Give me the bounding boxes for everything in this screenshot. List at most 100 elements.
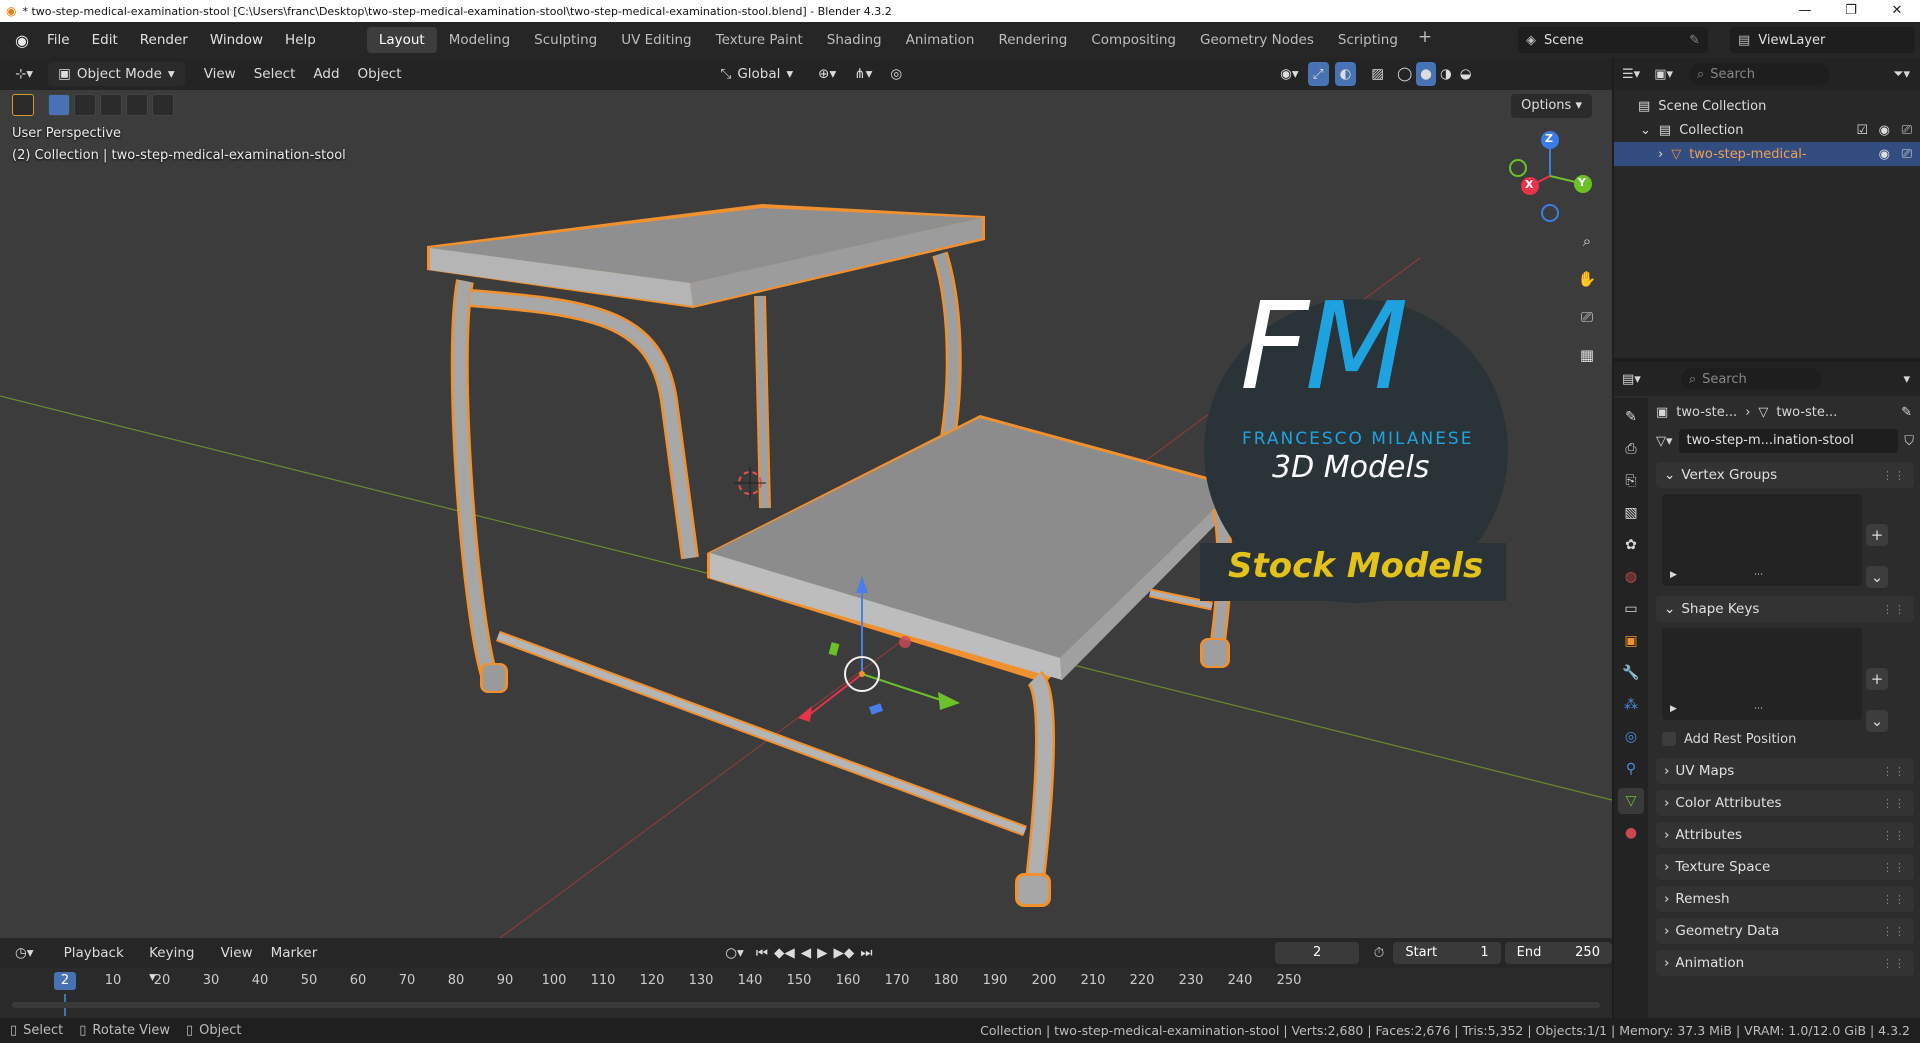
- viewport-menu-add[interactable]: Add: [304, 62, 348, 86]
- panel-geometry-data[interactable]: › Geometry Data ⋮⋮: [1656, 918, 1914, 944]
- drag-grip-icon[interactable]: ⋮⋮: [1882, 765, 1906, 778]
- shading-wireframe-icon[interactable]: ◯: [1393, 62, 1416, 86]
- world-tab-icon[interactable]: ◍: [1618, 564, 1644, 590]
- tab-modeling[interactable]: Modeling: [437, 27, 522, 53]
- options-dropdown[interactable]: Options ▾: [1511, 94, 1592, 118]
- drag-grip-icon[interactable]: ⋮⋮: [1882, 797, 1906, 810]
- add-workspace-icon[interactable]: +: [1410, 27, 1440, 53]
- jump-end-icon[interactable]: ⏭: [857, 941, 875, 965]
- blender-menu-icon[interactable]: ◉: [8, 26, 36, 54]
- overlays-toggle-icon[interactable]: ◐: [1334, 62, 1357, 86]
- play-icon[interactable]: ▶: [814, 941, 830, 965]
- select-tool-icon[interactable]: [12, 94, 34, 116]
- timeline[interactable]: ◷▾ Playback ▾ Keying ▾ View Marker ○▾ ⏮ …: [0, 938, 1612, 1018]
- gizmo-z-label[interactable]: Z: [1545, 132, 1553, 145]
- list-resize-grip-icon[interactable]: ⋯: [1754, 704, 1763, 714]
- visibility-icon[interactable]: ◉▾: [1271, 62, 1308, 86]
- tab-animation[interactable]: Animation: [894, 27, 987, 53]
- close-button[interactable]: ✕: [1874, 0, 1920, 22]
- snap-icon[interactable]: ⋔▾: [845, 62, 881, 86]
- prev-keyframe-icon[interactable]: ◆◀: [771, 941, 798, 965]
- outliner-row-scene-collection[interactable]: ▤ Scene Collection: [1614, 94, 1920, 118]
- menu-render[interactable]: Render: [129, 27, 199, 53]
- timeline-menu-playback[interactable]: Playback ▾: [55, 941, 141, 985]
- menu-help[interactable]: Help: [274, 27, 327, 53]
- panel-texture-space[interactable]: › Texture Space ⋮⋮: [1656, 854, 1914, 880]
- pin-icon[interactable]: ✎: [1689, 33, 1700, 48]
- expand-chevron-icon[interactable]: ⌄: [1640, 123, 1651, 138]
- fake-user-icon[interactable]: ⛉: [1904, 434, 1914, 449]
- panel-animation[interactable]: › Animation ⋮⋮: [1656, 950, 1914, 976]
- preview-range-icon[interactable]: ⏱: [1365, 941, 1394, 965]
- eye-icon[interactable]: ◉: [1879, 123, 1890, 138]
- drag-grip-icon[interactable]: ⋮⋮: [1882, 957, 1906, 970]
- pin-icon[interactable]: ✎: [1901, 405, 1912, 420]
- panel-color-attributes[interactable]: › Color Attributes ⋮⋮: [1656, 790, 1914, 816]
- drag-grip-icon[interactable]: ⋮⋮: [1882, 603, 1906, 616]
- camera-icon[interactable]: ⎚: [1902, 123, 1912, 138]
- timeline-menu-keying[interactable]: Keying ▾: [140, 941, 211, 985]
- constraints-tab-icon[interactable]: ⚲: [1618, 756, 1644, 782]
- shape-key-menu-button[interactable]: ⌄: [1866, 710, 1888, 732]
- drag-grip-icon[interactable]: ⋮⋮: [1882, 861, 1906, 874]
- minimize-button[interactable]: —: [1782, 0, 1828, 22]
- panel-vertex-groups[interactable]: ⌄ Vertex Groups ⋮⋮: [1656, 462, 1914, 488]
- material-tab-icon[interactable]: ●: [1618, 820, 1644, 846]
- tool-tab-icon[interactable]: ✎: [1618, 404, 1644, 430]
- timeline-menu-marker[interactable]: Marker: [262, 941, 327, 965]
- shading-material-icon[interactable]: ◑: [1436, 62, 1456, 86]
- view-layer-selector[interactable]: ▤ ViewLayer: [1730, 27, 1915, 53]
- view-layer-tab-icon[interactable]: ▧: [1618, 500, 1644, 526]
- outliner-editor-icon[interactable]: ☰▾: [1622, 67, 1640, 82]
- physics-tab-icon[interactable]: ◎: [1618, 724, 1644, 750]
- gizmo-x-label[interactable]: X: [1525, 178, 1533, 191]
- eye-icon[interactable]: ◉: [1879, 147, 1890, 162]
- frame-ruler[interactable]: 2 10 20 30 40 50 60 70 80 90 100 110 120 130 140 150 16…: [0, 968, 1612, 994]
- tab-geometry-nodes[interactable]: Geometry Nodes: [1188, 27, 1326, 53]
- list-expand-icon[interactable]: ▶: [1670, 570, 1677, 580]
- tab-scripting[interactable]: Scripting: [1326, 27, 1410, 53]
- outliner-search-input[interactable]: ⌕ Search: [1689, 63, 1829, 85]
- object-tab-icon[interactable]: ▣: [1618, 628, 1644, 654]
- viewport-menu-select[interactable]: Select: [245, 62, 305, 86]
- camera-view-icon[interactable]: ⎚: [1572, 302, 1602, 332]
- camera-icon[interactable]: ⎚: [1902, 147, 1912, 162]
- particles-tab-icon[interactable]: ⁂: [1618, 692, 1644, 718]
- maximize-button[interactable]: ❐: [1828, 0, 1874, 22]
- tab-compositing[interactable]: Compositing: [1079, 27, 1188, 53]
- mesh-name-field[interactable]: two-step-m...ination-stool: [1678, 429, 1899, 453]
- properties-editor[interactable]: ▤▾ ⌕ Search ▾ ✎ ⎙ ⎘ ▧ ✿ ◍ ▭ ▣ 🔧 ⁂ ◎ ⚲ ▽ …: [1614, 362, 1920, 1018]
- data-tab-icon[interactable]: ▽: [1618, 788, 1644, 814]
- add-shape-key-button[interactable]: +: [1866, 668, 1888, 690]
- select-invert-icon[interactable]: [126, 94, 148, 116]
- vertex-groups-list[interactable]: ▶ ⋯: [1662, 494, 1862, 586]
- shape-keys-list[interactable]: ▶ ⋯: [1662, 628, 1862, 720]
- timeline-scrollbar[interactable]: [12, 1002, 1600, 1008]
- list-resize-grip-icon[interactable]: ⋯: [1754, 570, 1763, 580]
- viewport-menu-view[interactable]: View: [195, 62, 245, 86]
- proportional-edit-icon[interactable]: ◎: [881, 62, 911, 86]
- start-frame-field[interactable]: Start 1: [1393, 942, 1501, 964]
- transform-orientation[interactable]: ⤡ Global ▾: [711, 62, 804, 86]
- vertex-group-menu-button[interactable]: ⌄: [1866, 566, 1888, 588]
- checkbox-icon[interactable]: ☑: [1856, 123, 1868, 138]
- 3d-viewport[interactable]: Z Y X FM FRANCESCO MILANESE 3D Models St…: [0, 58, 1612, 938]
- chevron-down-icon[interactable]: ▾: [1903, 372, 1910, 387]
- drag-grip-icon[interactable]: ⋮⋮: [1882, 925, 1906, 938]
- properties-search-input[interactable]: ⌕ Search: [1680, 368, 1821, 390]
- end-frame-field[interactable]: End 250: [1504, 942, 1612, 964]
- scene-selector[interactable]: ◈ Scene ✎: [1518, 27, 1708, 53]
- menu-file[interactable]: File: [36, 27, 81, 53]
- outliner-row-collection[interactable]: ⌄ ▤ Collection ☑ ◉ ⎚: [1614, 118, 1920, 142]
- select-intersect-icon[interactable]: [152, 94, 174, 116]
- scene-tab-icon[interactable]: ✿: [1618, 532, 1644, 558]
- tab-layout[interactable]: Layout: [366, 27, 437, 53]
- tab-texture-paint[interactable]: Texture Paint: [704, 27, 815, 53]
- mode-selector[interactable]: ▣ Object Mode ▾: [48, 62, 185, 86]
- editor-type-icon[interactable]: ⊹▾: [6, 62, 42, 86]
- panel-uv-maps[interactable]: › UV Maps ⋮⋮: [1656, 758, 1914, 784]
- pan-hand-icon[interactable]: ✋: [1572, 264, 1602, 294]
- outliner-row-object[interactable]: › ▽ two-step-medical- ◉ ⎚: [1614, 142, 1920, 166]
- drag-grip-icon[interactable]: ⋮⋮: [1882, 893, 1906, 906]
- collection-tab-icon[interactable]: ▭: [1618, 596, 1644, 622]
